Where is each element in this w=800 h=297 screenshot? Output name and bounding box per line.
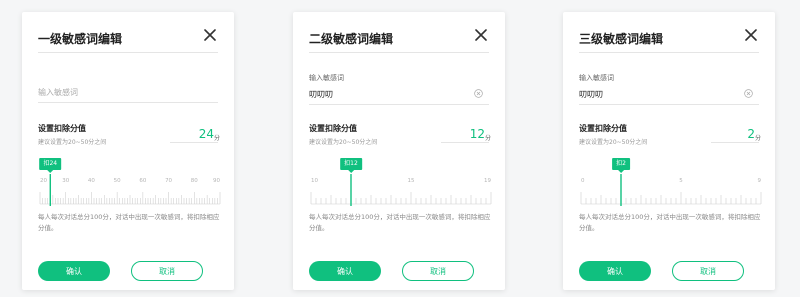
slider-value-tag: 扣2: [612, 158, 630, 173]
slider-tick-label: 40: [88, 178, 95, 184]
deduct-note: 每人每次对话总分100分，对话中出现一次敏感词，将扣除相应分值。: [309, 213, 491, 232]
deduct-score-title: 设置扣除分值: [38, 124, 86, 133]
dialog-title: 三级敏感词编辑: [579, 32, 664, 46]
slider-ruler[interactable]: 10 15 19: [309, 174, 493, 210]
deduct-score-title: 设置扣除分值: [309, 124, 357, 133]
title-divider: [38, 52, 218, 53]
deduct-score-hint: 建议设置为20~50分之间: [579, 139, 648, 146]
deduct-note: 每人每次对话总分100分，对话中出现一次敏感词，将扣除相应分值。: [38, 213, 220, 232]
close-icon[interactable]: [475, 29, 487, 41]
level3-sensitive-word-dialog: 三级敏感词编辑 输入敏感词 设置扣除分值 建议设置为20~50分之间 分 扣20…: [563, 12, 775, 290]
sensitive-word-label: 输入敏感词: [309, 74, 344, 82]
sensitive-word-input[interactable]: [38, 82, 218, 103]
slider-tick-label: 15: [408, 178, 415, 184]
level2-sensitive-word-dialog: 二级敏感词编辑 输入敏感词 设置扣除分值 建议设置为20~50分之间 分 扣12…: [293, 12, 505, 290]
confirm-button[interactable]: 确认: [309, 261, 381, 281]
clear-circle-icon[interactable]: [474, 89, 483, 98]
deduct-score-title: 设置扣除分值: [579, 124, 627, 133]
score-slider[interactable]: 扣2 0 5 9: [579, 158, 763, 210]
score-unit: 分: [214, 135, 221, 142]
slider-tick-label: 60: [139, 178, 146, 184]
sensitive-word-input[interactable]: [309, 84, 489, 105]
score-input[interactable]: [170, 126, 218, 143]
title-divider: [309, 52, 489, 53]
slider-ruler[interactable]: 0 5 9: [579, 174, 763, 210]
deduct-score-hint: 建议设置为20~50分之间: [309, 139, 378, 146]
score-unit: 分: [485, 135, 492, 142]
slider-value-tag: 扣24: [39, 158, 62, 173]
slider-tick-label: 9: [758, 178, 762, 184]
sensitive-word-input[interactable]: [579, 84, 759, 105]
slider-value-tag: 扣12: [340, 158, 362, 173]
slider-tick-label: 0: [581, 178, 585, 184]
slider-tick-label: 50: [114, 178, 121, 184]
dialog-title: 一级敏感词编辑: [38, 32, 123, 46]
cancel-button[interactable]: 取消: [672, 261, 744, 281]
score-input[interactable]: [441, 126, 489, 143]
close-icon[interactable]: [745, 29, 757, 41]
score-unit: 分: [755, 135, 762, 142]
score-slider[interactable]: 扣12 10 15 19: [309, 158, 493, 210]
score-slider[interactable]: 扣24 20 30 40 50 60 70 80 90: [38, 158, 222, 210]
slider-tick-label: 70: [165, 178, 172, 184]
sensitive-word-label: 输入敏感词: [579, 74, 614, 82]
confirm-button[interactable]: 确认: [579, 261, 651, 281]
deduct-note: 每人每次对话总分100分，对话中出现一次敏感词，将扣除相应分值。: [579, 213, 761, 232]
dialog-title: 二级敏感词编辑: [309, 32, 394, 46]
slider-tick-label: 80: [191, 178, 198, 184]
title-divider: [579, 52, 759, 53]
slider-tick-label: 30: [62, 178, 69, 184]
deduct-score-hint: 建议设置为20~50分之间: [38, 139, 107, 146]
cancel-button[interactable]: 取消: [402, 261, 474, 281]
slider-tick-label: 5: [679, 178, 683, 184]
cancel-button[interactable]: 取消: [131, 261, 203, 281]
clear-circle-icon[interactable]: [744, 89, 753, 98]
level1-sensitive-word-dialog: 一级敏感词编辑 设置扣除分值 建议设置为20~50分之间 分 扣24 20 30 40…: [22, 12, 234, 290]
confirm-button[interactable]: 确认: [38, 261, 110, 281]
slider-tick-label: 20: [40, 178, 47, 184]
slider-tick-label: 10: [311, 178, 318, 184]
score-input[interactable]: [711, 126, 759, 143]
slider-ruler[interactable]: 20 30 40 50 60 70 80 90: [38, 174, 222, 210]
close-icon[interactable]: [204, 29, 216, 41]
slider-tick-label: 19: [484, 178, 491, 184]
slider-tick-label: 90: [213, 178, 220, 184]
